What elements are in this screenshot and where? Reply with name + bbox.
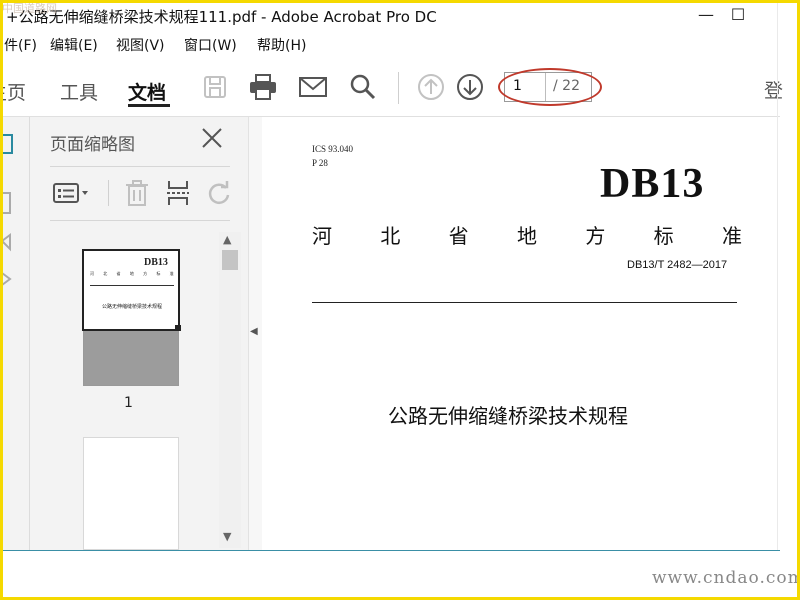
standard-type-char: 地 [516, 224, 537, 248]
tab-home[interactable]: 主页 [0, 78, 26, 105]
thumbnail-options-icon[interactable] [50, 178, 94, 208]
search-icon[interactable] [348, 72, 378, 102]
print-icon[interactable] [248, 72, 278, 102]
thumbnail-selection-box [82, 249, 180, 331]
document-title: 公路无伸缩缝桥梁技术规程 [388, 404, 628, 428]
menu-file[interactable]: 件(F) [4, 34, 37, 58]
collapse-arrow-icon[interactable]: ◀ [250, 326, 258, 337]
db-code: DB13 [600, 161, 705, 207]
viewer-right-edge [777, 0, 778, 550]
layers-icon [1, 272, 12, 286]
standard-number: DB13/T 2482—2017 [627, 259, 728, 271]
menu-window[interactable]: 窗口(W) [184, 34, 237, 58]
scroll-up-icon[interactable]: ▲ [223, 233, 231, 246]
standard-type-char: 标 [653, 224, 674, 248]
site-watermark: www.cndao.com [652, 568, 800, 588]
scrollbar-thumb[interactable] [222, 250, 238, 270]
attachments-icon [0, 233, 11, 252]
menu-view[interactable]: 视图(V) [116, 34, 165, 58]
extract-page-icon[interactable] [161, 178, 195, 208]
tab-tools[interactable]: 工具 [60, 78, 98, 105]
p-code: P 28 [312, 158, 328, 168]
next-page-icon[interactable] [455, 72, 485, 102]
toolbar [0, 60, 780, 116]
highlight-ellipse [498, 68, 602, 106]
ics-code: ICS 93.040 [312, 144, 354, 154]
standard-type-char: 北 [380, 224, 401, 248]
panel-divider [50, 166, 230, 167]
panel-tool-separator [108, 180, 109, 206]
rotate-page-icon[interactable] [202, 178, 236, 208]
thumbnail-resize-handle[interactable] [175, 325, 181, 331]
mail-icon[interactable] [298, 72, 328, 102]
minimize-button[interactable]: — [694, 4, 718, 26]
standard-type-char: 准 [721, 224, 742, 248]
standard-type-char: 省 [448, 224, 469, 248]
corner-watermark: 中国道路网 [2, 2, 57, 15]
menu-edit[interactable]: 编辑(E) [50, 34, 98, 58]
active-tab-indicator [128, 104, 170, 107]
tab-document[interactable]: 文档 [128, 78, 166, 105]
thumb-gray-region [84, 331, 178, 385]
previous-page-icon[interactable] [416, 72, 446, 102]
bookmarks-icon [2, 192, 11, 214]
delete-page-icon[interactable] [120, 178, 154, 208]
panel-divider-2 [50, 220, 230, 221]
viewer-bottom-border [0, 550, 780, 551]
thumbnail-page-label: 1 [124, 395, 133, 411]
close-icon[interactable] [200, 126, 224, 154]
save-icon[interactable] [200, 72, 230, 102]
scroll-down-icon[interactable]: ▼ [223, 530, 231, 543]
sign-in-link[interactable]: 登 [764, 76, 783, 103]
maximize-button[interactable]: ☐ [726, 4, 750, 26]
left-navigation-strip [0, 117, 30, 550]
thumbnail-scrollbar[interactable] [219, 232, 241, 548]
menu-help[interactable]: 帮助(H) [257, 34, 306, 58]
toolbar-separator [398, 72, 399, 104]
document-rule [312, 302, 737, 303]
standard-type-char: 方 [585, 224, 606, 248]
page-thumbnails-icon [2, 134, 13, 154]
menu-bar: 件(F) 编辑(E) 视图(V) 窗口(W) 帮助(H) [0, 34, 800, 58]
window-title: +公路无伸缩缝桥梁技术规程111.pdf - Adobe Acrobat Pro… [6, 8, 437, 26]
page-thumbnail-2[interactable] [83, 437, 179, 550]
panel-title: 页面缩略图 [50, 135, 135, 155]
standard-type-char: 河 [312, 224, 332, 248]
title-bar: +公路无伸缩缝桥梁技术规程111.pdf - Adobe Acrobat Pro… [0, 0, 800, 32]
standard-type-heading: 河 北 省 地 方 标 准 [312, 220, 742, 249]
